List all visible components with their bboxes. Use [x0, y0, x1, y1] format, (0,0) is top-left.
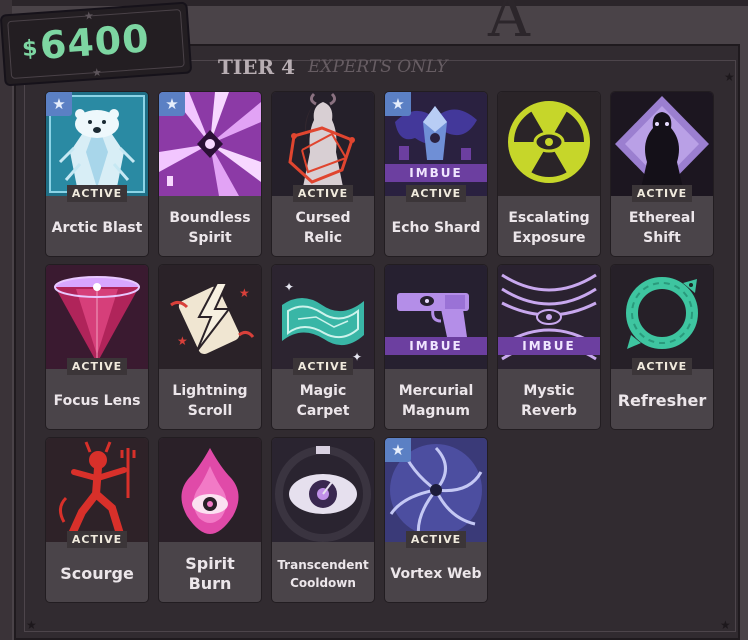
- item-name: Focus Lens: [53, 393, 141, 409]
- item-name: Mercurial Magnum: [398, 383, 474, 419]
- item-card-mystic-reverb[interactable]: IMBUE Mystic Reverb: [497, 264, 601, 430]
- svg-text:★: ★: [177, 334, 188, 348]
- favorite-star-icon[interactable]: ★: [46, 92, 72, 116]
- lightning-scroll-icon: ★ ★: [159, 265, 261, 369]
- item-name: Lightning Scroll: [172, 383, 248, 419]
- item-name: Arctic Blast: [51, 220, 143, 236]
- souls-counter: ★ ★ $ 6400: [0, 1, 193, 87]
- item-card-focus-lens[interactable]: ACTIVE Focus Lens: [45, 264, 149, 430]
- item-card-vortex-web[interactable]: ★ ACTIVE Vortex Web: [384, 437, 488, 603]
- item-card-lightning-scroll[interactable]: ★ ★ Lightning Scroll: [158, 264, 262, 430]
- item-name: Scourge: [60, 564, 134, 583]
- focus-cone-icon: [46, 265, 148, 369]
- imbue-badge: IMBUE: [385, 337, 487, 355]
- svg-text:★: ★: [239, 286, 250, 300]
- item-card-ethereal-shift[interactable]: ACTIVE Ethereal Shift: [610, 91, 714, 257]
- item-card-cursed-relic[interactable]: ACTIVE Cursed Relic: [271, 91, 375, 257]
- item-card-spirit-burn[interactable]: Spirit Burn: [158, 437, 262, 603]
- item-card-echo-shard[interactable]: ★ IMBUE ACTIVE Echo Shard: [384, 91, 488, 257]
- favorite-star-icon[interactable]: ★: [159, 92, 185, 116]
- item-name: Cursed Relic: [295, 210, 351, 246]
- top-border: [0, 0, 748, 6]
- item-card-scourge[interactable]: ACTIVE Scourge: [45, 437, 149, 603]
- favorite-star-icon[interactable]: ★: [385, 92, 411, 116]
- item-name: Boundless Spirit: [169, 210, 251, 246]
- shadow-figure-icon: [611, 92, 713, 196]
- currency-amount: 6400: [38, 16, 152, 68]
- item-name: Refresher: [617, 391, 707, 410]
- eye-timer-icon: [272, 438, 374, 542]
- item-card-boundless-spirit[interactable]: ★ Boundless Spirit: [158, 91, 262, 257]
- star-icon: ★: [91, 65, 103, 80]
- item-card-escalating-exposure[interactable]: Escalating Exposure: [497, 91, 601, 257]
- flaming-eye-icon: [159, 438, 261, 542]
- tier-subtitle: EXPERTS ONLY: [308, 57, 448, 77]
- item-card-arctic-blast[interactable]: ★ ACTIVE Arctic Blast: [45, 91, 149, 257]
- favorite-star-icon[interactable]: ★: [385, 438, 411, 462]
- item-card-refresher[interactable]: ACTIVE Refresher: [610, 264, 714, 430]
- item-name: Escalating Exposure: [508, 210, 590, 246]
- imbue-badge: IMBUE: [498, 337, 600, 355]
- item-name: Magic Carpet: [296, 383, 350, 419]
- serpent-ring-icon: [611, 265, 713, 369]
- magic-carpet-icon: ✦ ✦: [272, 265, 374, 369]
- devil-icon: [46, 438, 148, 542]
- corner-star-icon: ★: [720, 618, 731, 632]
- corner-star-icon: ★: [26, 618, 37, 632]
- radiation-eye-icon: [498, 92, 600, 196]
- item-name: Spirit Burn: [185, 554, 235, 593]
- left-rail: [0, 0, 12, 640]
- item-card-mercurial-magnum[interactable]: IMBUE Mercurial Magnum: [384, 264, 488, 430]
- svg-text:✦: ✦: [352, 350, 362, 364]
- cursed-figure-icon: [272, 92, 374, 196]
- background-emblem: A: [488, 0, 530, 50]
- currency-symbol: $: [21, 36, 39, 63]
- item-name: Mystic Reverb: [521, 383, 577, 419]
- item-name: Echo Shard: [391, 220, 481, 236]
- svg-text:✦: ✦: [284, 280, 294, 294]
- item-name: Transcendent Cooldown: [277, 558, 369, 590]
- corner-star-icon: ★: [724, 70, 735, 84]
- item-name: Vortex Web: [390, 566, 482, 582]
- tier-title: TIER 4: [218, 55, 295, 79]
- item-card-magic-carpet[interactable]: ✦ ✦ ACTIVE Magic Carpet: [271, 264, 375, 430]
- imbue-badge: IMBUE: [385, 164, 487, 182]
- item-name: Ethereal Shift: [628, 210, 696, 246]
- item-card-transcendent-cooldown[interactable]: Transcendent Cooldown: [271, 437, 375, 603]
